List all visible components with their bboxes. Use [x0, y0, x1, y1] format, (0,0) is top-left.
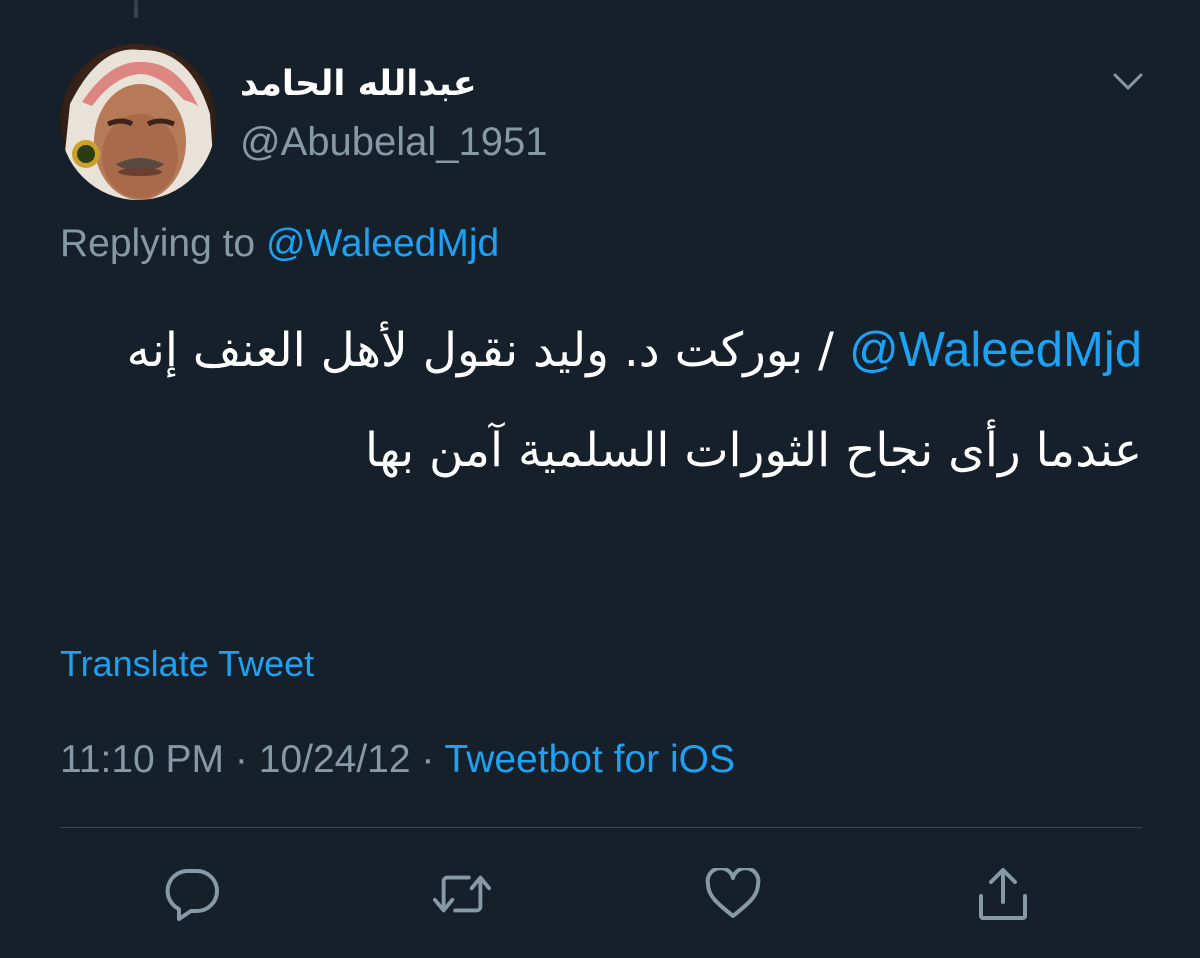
tweet-text: @WaleedMjd / بوركت د. وليد نقول لأهل الع…: [60, 300, 1142, 501]
thread-line: [134, 0, 138, 18]
chevron-down-icon[interactable]: [1112, 70, 1144, 94]
tweet-time: 11:10 PM: [60, 738, 225, 781]
tweet-meta: 11:10 PM · 10/24/12 · Tweetbot for iOS: [60, 732, 735, 788]
meta-separator: ·: [421, 738, 435, 781]
avatar-image: [60, 44, 216, 200]
replying-to-label: Replying to: [60, 222, 256, 265]
translate-tweet-link[interactable]: Translate Tweet: [60, 636, 314, 692]
display-name[interactable]: عبدالله الحامد: [240, 58, 640, 110]
tweet-date: 10/24/12: [258, 738, 411, 781]
divider: [60, 827, 1142, 828]
like-icon: [705, 868, 761, 918]
replying-to-mention[interactable]: @WaleedMjd: [266, 222, 499, 265]
replying-to-line: Replying to @WaleedMjd: [60, 216, 499, 272]
user-handle[interactable]: @Abubelal_1951: [240, 114, 548, 170]
retweet-button[interactable]: [432, 864, 492, 924]
avatar[interactable]: [60, 44, 216, 200]
tweet-mention[interactable]: @WaleedMjd: [849, 323, 1142, 377]
meta-separator: ·: [234, 738, 248, 781]
retweet-icon: [432, 875, 492, 913]
tweet-source-link[interactable]: Tweetbot for iOS: [445, 738, 735, 781]
like-button[interactable]: [703, 864, 763, 924]
share-icon: [979, 868, 1027, 920]
reply-icon: [165, 868, 219, 921]
reply-button[interactable]: [163, 864, 223, 924]
share-button[interactable]: [973, 864, 1033, 924]
